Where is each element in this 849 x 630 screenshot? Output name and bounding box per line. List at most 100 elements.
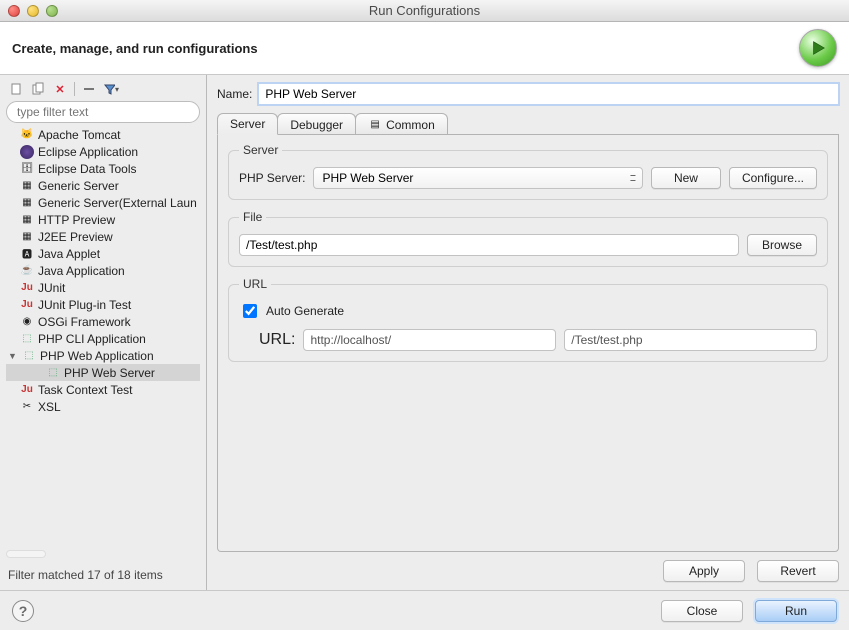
configure-server-button[interactable]: Configure...	[729, 167, 817, 189]
xsl-icon: ✂	[20, 400, 34, 414]
tree-label: Generic Server(External Laun	[38, 196, 197, 210]
apply-button[interactable]: Apply	[663, 560, 745, 582]
tree-label: PHP Web Server	[64, 366, 155, 380]
server-group: Server PHP Server: PHP Web Server New Co…	[228, 143, 828, 200]
action-row: Apply Revert	[217, 560, 839, 582]
url-group: URL Auto Generate URL:	[228, 277, 828, 362]
revert-button[interactable]: Revert	[757, 560, 839, 582]
delete-config-icon[interactable]: ✕	[52, 81, 68, 97]
tree-label: XSL	[38, 400, 61, 414]
applet-icon: 🅰	[20, 247, 34, 261]
tree-item-http-preview[interactable]: ▦ HTTP Preview	[6, 211, 200, 228]
php-icon: ⬚	[20, 332, 34, 346]
config-panel: Name: Server Debugger ▤ Common Server PHP…	[207, 75, 849, 590]
tree-label: Java Applet	[38, 247, 100, 261]
file-legend: File	[239, 210, 266, 224]
tree-item-j2ee-preview[interactable]: ▦J2EE Preview	[6, 228, 200, 245]
url-host-input	[303, 329, 556, 351]
tab-label: Common	[386, 118, 435, 132]
database-icon: 🗄	[20, 162, 34, 176]
tree-item-junit[interactable]: JuJUnit	[6, 279, 200, 296]
toolbar-separator	[74, 82, 75, 96]
auto-generate-checkbox[interactable]	[243, 304, 257, 318]
filter-box	[6, 101, 200, 123]
tree-item-apache-tomcat[interactable]: 🐱 Apache Tomcat	[6, 126, 200, 143]
junit-icon: Ju	[20, 298, 34, 312]
tree-item-osgi[interactable]: ◉ OSGi Framework	[6, 313, 200, 330]
url-path-input	[564, 329, 817, 351]
tree-item-java-applet[interactable]: 🅰 Java Applet	[6, 245, 200, 262]
tree-label: Generic Server	[38, 179, 119, 193]
name-row: Name:	[217, 83, 839, 105]
tree-item-php-web-server[interactable]: ⬚ PHP Web Server	[6, 364, 200, 381]
tree-label: Eclipse Application	[38, 145, 138, 159]
php-icon: ⬚	[46, 366, 60, 380]
name-input[interactable]	[258, 83, 839, 105]
php-server-label: PHP Server:	[239, 171, 305, 185]
php-server-select[interactable]: PHP Web Server	[313, 167, 642, 189]
tree-label: Java Application	[38, 264, 125, 278]
server-icon: ▦	[20, 179, 34, 193]
help-button[interactable]: ?	[12, 600, 34, 622]
tab-debugger[interactable]: Debugger	[277, 113, 356, 135]
tomcat-icon: 🐱	[20, 128, 34, 142]
server-icon: ▦	[20, 213, 34, 227]
tree-item-java-app[interactable]: ☕ Java Application	[6, 262, 200, 279]
filter-match-status: Filter matched 17 of 18 items	[6, 564, 200, 586]
url-legend: URL	[239, 277, 271, 291]
tree-item-task-context[interactable]: Ju Task Context Test	[6, 381, 200, 398]
collapse-all-icon[interactable]	[81, 81, 97, 97]
tree-label: J2EE Preview	[38, 230, 113, 244]
filter-input[interactable]	[6, 101, 200, 123]
tree-label: Task Context Test	[38, 383, 133, 397]
eclipse-icon	[20, 145, 34, 159]
tree-item-generic-server[interactable]: ▦ Generic Server	[6, 177, 200, 194]
footer: ? Close Run	[0, 590, 849, 630]
java-icon: ☕	[20, 264, 34, 278]
new-server-button[interactable]: New	[651, 167, 721, 189]
tree-item-php-cli[interactable]: ⬚PHP CLI Application	[6, 330, 200, 347]
file-group: File Browse	[228, 210, 828, 267]
junit-icon: Ju	[20, 383, 34, 397]
browse-file-button[interactable]: Browse	[747, 234, 817, 256]
tree-item-php-web-app[interactable]: ▼ ⬚ PHP Web Application	[6, 347, 200, 364]
url-label: URL:	[259, 331, 295, 349]
config-tree: 🐱 Apache Tomcat Eclipse Application 🗄 Ecli…	[6, 126, 200, 546]
auto-generate-label: Auto Generate	[266, 304, 344, 318]
php-icon: ⬚	[22, 349, 36, 363]
file-input[interactable]	[239, 234, 739, 256]
tree-item-data-tools[interactable]: 🗄 Eclipse Data Tools	[6, 160, 200, 177]
tab-common[interactable]: ▤ Common	[355, 113, 448, 135]
server-legend: Server	[239, 143, 282, 157]
tree-label: OSGi Framework	[38, 315, 131, 329]
sidebar-toolbar: ✕ ▾	[6, 81, 200, 101]
tree-item-eclipse-app[interactable]: Eclipse Application	[6, 143, 200, 160]
close-button[interactable]: Close	[661, 600, 743, 622]
osgi-icon: ◉	[20, 315, 34, 329]
run-icon	[799, 29, 837, 67]
tree-label: Eclipse Data Tools	[38, 162, 137, 176]
header-text: Create, manage, and run configurations	[12, 41, 258, 56]
run-button[interactable]: Run	[755, 600, 837, 622]
server-icon: ▦	[20, 196, 34, 210]
disclosure-triangle-icon[interactable]: ▼	[8, 351, 18, 361]
common-icon: ▤	[368, 118, 382, 132]
tree-item-xsl[interactable]: ✂ XSL	[6, 398, 200, 415]
new-config-icon[interactable]	[8, 81, 24, 97]
filter-menu-icon[interactable]: ▾	[103, 81, 119, 97]
sidebar: ✕ ▾ 🐱 Apache Tomcat Eclipse Application 🗄…	[0, 75, 207, 590]
tree-label: Apache Tomcat	[38, 128, 121, 142]
window-title: Run Configurations	[0, 3, 849, 18]
titlebar: Run Configurations	[0, 0, 849, 22]
tab-server[interactable]: Server	[217, 113, 278, 135]
tab-bar: Server Debugger ▤ Common	[217, 113, 839, 135]
tab-label: Debugger	[290, 118, 343, 132]
tree-label: HTTP Preview	[38, 213, 115, 227]
duplicate-config-icon[interactable]	[30, 81, 46, 97]
tree-label: PHP Web Application	[40, 349, 154, 363]
junit-icon: Ju	[20, 281, 34, 295]
tree-item-junit-plugin[interactable]: JuJUnit Plug-in Test	[6, 296, 200, 313]
tree-item-generic-server-ext[interactable]: ▦ Generic Server(External Laun	[6, 194, 200, 211]
main-area: ✕ ▾ 🐱 Apache Tomcat Eclipse Application 🗄…	[0, 75, 849, 590]
horizontal-scrollbar[interactable]	[6, 550, 46, 558]
